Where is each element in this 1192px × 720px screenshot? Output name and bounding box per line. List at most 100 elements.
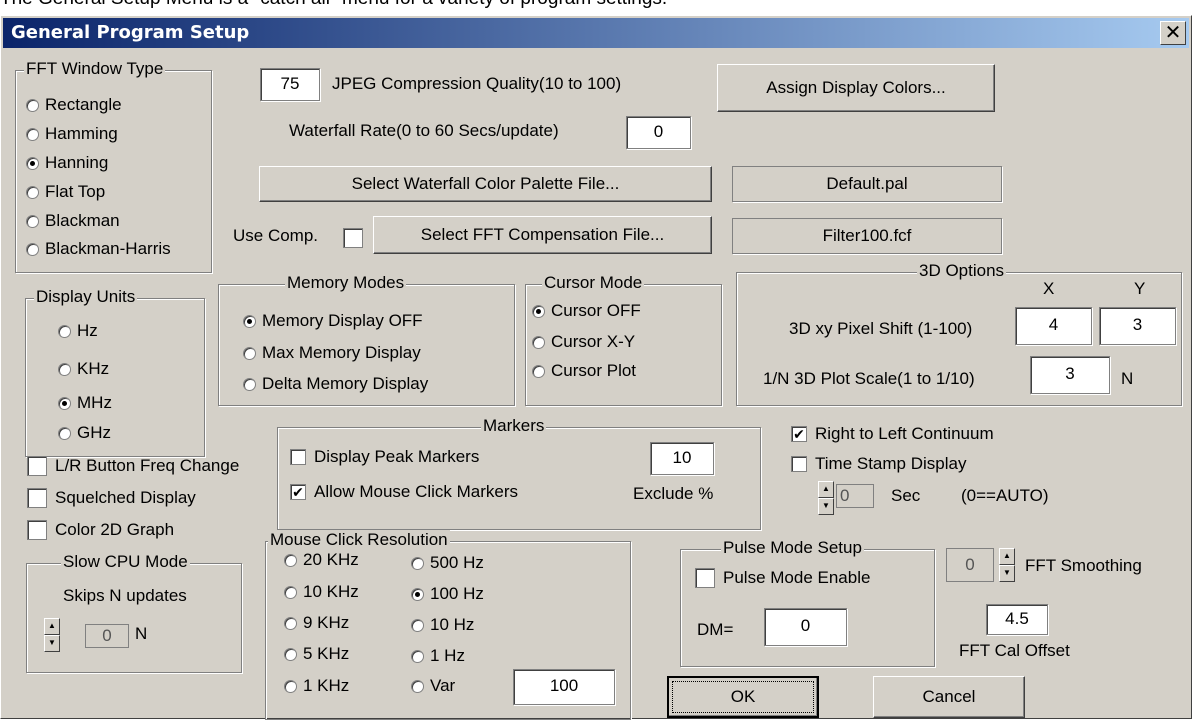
allow-mouse-markers-checkbox[interactable]: ✔ Allow Mouse Click Markers: [290, 482, 518, 502]
radio-var[interactable]: Var: [411, 676, 455, 696]
right-to-left-checkbox[interactable]: ✔ Right to Left Continuum: [791, 424, 994, 444]
checkbox-label: Time Stamp Display: [815, 454, 967, 473]
ok-button[interactable]: OK: [667, 676, 819, 718]
radio-100hz[interactable]: 100 Hz: [411, 584, 484, 604]
radio-circle: [284, 647, 297, 661]
slow-cpu-spinner[interactable]: ▲ ▼: [44, 618, 60, 652]
fft-smoothing-label: FFT Smoothing: [1025, 556, 1142, 575]
checkbox-box: [27, 520, 47, 540]
radio-5khz[interactable]: 5 KHz: [284, 644, 349, 664]
radio-ghz[interactable]: GHz: [58, 423, 111, 443]
select-palette-button[interactable]: Select Waterfall Color Palette File...: [259, 166, 712, 202]
spin-down-icon[interactable]: ▼: [818, 498, 834, 515]
slow-cpu-group: Slow CPU Mode Skips N updates ▲ ▼ 0 N: [26, 552, 242, 673]
checkbox-box: [27, 456, 47, 476]
x-column-label: X: [1043, 279, 1055, 298]
radio-label: Blackman: [45, 211, 120, 230]
radio-memory-off[interactable]: Memory Display OFF: [243, 311, 423, 331]
time-stamp-checkbox[interactable]: Time Stamp Display: [791, 454, 966, 474]
radio-label: Hz: [77, 321, 98, 340]
radio-circle: [26, 242, 39, 256]
radio-10hz[interactable]: 10 Hz: [411, 615, 474, 635]
radio-20khz[interactable]: 20 KHz: [284, 550, 359, 570]
pulse-mode-group: Pulse Mode Setup Pulse Mode Enable DM= 0: [680, 538, 935, 667]
cancel-button[interactable]: Cancel: [873, 676, 1025, 718]
display-peak-markers-checkbox[interactable]: Display Peak Markers: [290, 447, 479, 467]
radio-label: 10 Hz: [430, 615, 475, 634]
radio-circle: [411, 556, 424, 570]
radio-cursor-plot[interactable]: Cursor Plot: [532, 361, 636, 381]
radio-label: Hamming: [45, 124, 118, 143]
radio-circle-selected: [26, 156, 39, 170]
fft-cal-offset-input[interactable]: 4.5: [986, 604, 1048, 635]
radio-hamming[interactable]: Hamming: [26, 124, 118, 144]
fft-cal-offset-label: FFT Cal Offset: [959, 641, 1070, 660]
radio-500hz[interactable]: 500 Hz: [411, 553, 484, 573]
fft-window-type-label: FFT Window Type: [24, 59, 166, 79]
sec-label: Sec: [891, 486, 921, 505]
select-compensation-button[interactable]: Select FFT Compensation File...: [373, 216, 712, 254]
radio-flat-top[interactable]: Flat Top: [26, 182, 105, 202]
slow-cpu-unit: N: [135, 624, 148, 643]
radio-1khz[interactable]: 1 KHz: [284, 676, 349, 696]
radio-blackman-harris[interactable]: Blackman-Harris: [26, 239, 171, 259]
assign-display-colors-button[interactable]: Assign Display Colors...: [717, 64, 995, 112]
lr-button-freq-checkbox[interactable]: L/R Button Freq Change: [27, 456, 239, 476]
radio-khz[interactable]: KHz: [58, 359, 109, 379]
radio-label: GHz: [77, 423, 111, 442]
radio-circle: [26, 127, 39, 141]
radio-circle-selected: [411, 587, 424, 601]
dm-input[interactable]: 0: [764, 608, 847, 646]
radio-cursor-xy[interactable]: Cursor X-Y: [532, 332, 635, 352]
radio-9khz[interactable]: 9 KHz: [284, 613, 349, 633]
slow-cpu-label: Slow CPU Mode: [61, 552, 190, 572]
radio-cursor-off[interactable]: Cursor OFF: [532, 301, 641, 321]
radio-label: 10 KHz: [303, 582, 359, 601]
pixel-shift-y-input[interactable]: 3: [1099, 307, 1176, 345]
general-setup-dialog: General Program Setup ✕ FFT Window Type …: [0, 15, 1192, 720]
pulse-mode-enable-checkbox[interactable]: Pulse Mode Enable: [695, 568, 870, 588]
radio-circle: [26, 214, 39, 228]
radio-hanning[interactable]: Hanning: [26, 153, 108, 173]
radio-delta-memory[interactable]: Delta Memory Display: [243, 374, 428, 394]
plot-scale-input[interactable]: 3: [1030, 356, 1110, 394]
fft-smoothing-value[interactable]: 0: [946, 548, 994, 582]
radio-1hz[interactable]: 1 Hz: [411, 646, 465, 666]
checkbox-label: Allow Mouse Click Markers: [314, 482, 519, 501]
close-button[interactable]: ✕: [1160, 21, 1186, 45]
pixel-shift-x-input[interactable]: 4: [1015, 307, 1092, 345]
cursor-mode-label: Cursor Mode: [542, 273, 645, 293]
radio-10khz[interactable]: 10 KHz: [284, 582, 359, 602]
radio-rectangle[interactable]: Rectangle: [26, 95, 122, 115]
display-units-group: Display Units Hz KHz MHz GHz: [25, 287, 205, 457]
radio-label: Delta Memory Display: [262, 374, 429, 393]
spin-up-icon[interactable]: ▲: [999, 548, 1015, 565]
var-resolution-input[interactable]: 100: [513, 669, 615, 705]
radio-hz[interactable]: Hz: [58, 321, 98, 341]
time-stamp-value[interactable]: 0: [836, 484, 874, 508]
radio-circle: [284, 679, 297, 693]
waterfall-rate-input[interactable]: 0: [626, 116, 691, 149]
spin-down-icon[interactable]: ▼: [44, 635, 60, 652]
use-comp-checkbox[interactable]: [343, 228, 363, 248]
fft-smoothing-spinner[interactable]: ▲ ▼: [999, 548, 1015, 582]
time-stamp-spinner[interactable]: ▲ ▼: [818, 481, 834, 515]
radio-mhz[interactable]: MHz: [58, 393, 112, 413]
jpeg-quality-input[interactable]: 75: [260, 68, 320, 101]
radio-circle: [26, 185, 39, 199]
squelched-display-checkbox[interactable]: Squelched Display: [27, 488, 196, 508]
checkbox-box-checked: ✔: [290, 484, 306, 500]
radio-blackman[interactable]: Blackman: [26, 211, 120, 231]
radio-max-memory[interactable]: Max Memory Display: [243, 343, 421, 363]
checkbox-box-checked: ✔: [791, 426, 807, 442]
spin-up-icon[interactable]: ▲: [818, 481, 834, 498]
slow-cpu-value[interactable]: 0: [85, 624, 129, 648]
radio-circle: [532, 364, 545, 378]
radio-circle: [411, 649, 424, 663]
spin-down-icon[interactable]: ▼: [999, 565, 1015, 582]
markers-count-input[interactable]: 10: [650, 442, 714, 475]
color-2d-graph-checkbox[interactable]: Color 2D Graph: [27, 520, 174, 540]
checkbox-label: Display Peak Markers: [314, 447, 480, 466]
radio-circle: [243, 377, 256, 391]
spin-up-icon[interactable]: ▲: [44, 618, 60, 635]
